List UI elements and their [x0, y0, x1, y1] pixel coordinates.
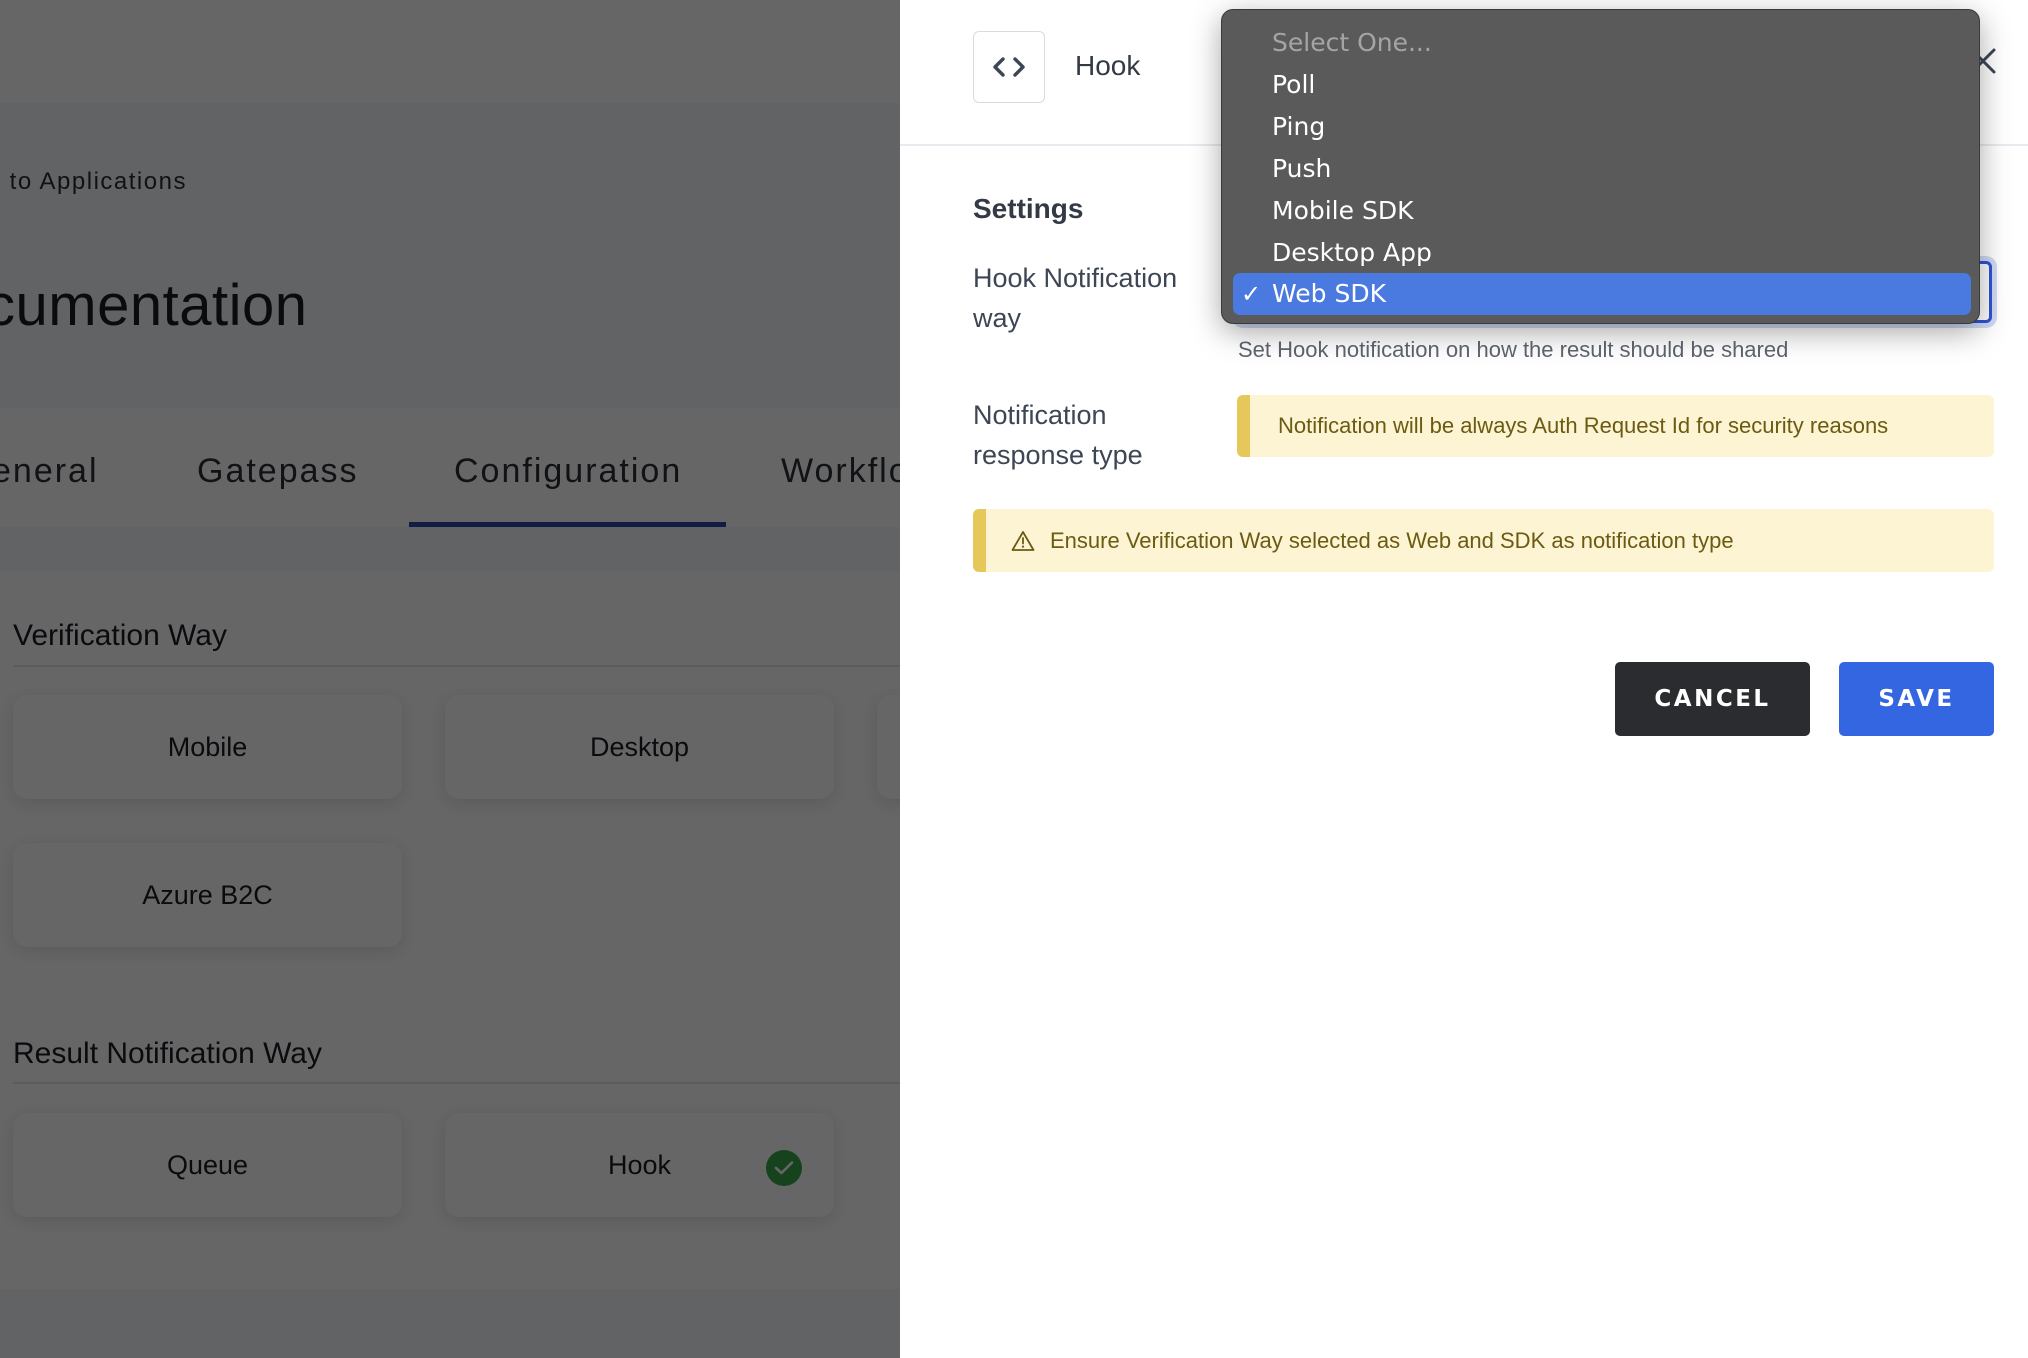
dropdown-option-mobile-sdk[interactable]: Mobile SDK [1233, 190, 1971, 232]
settings-heading: Settings [973, 193, 1084, 224]
dropdown-option-push[interactable]: Push [1233, 148, 1971, 190]
dropdown-option-desktop-app[interactable]: Desktop App [1233, 232, 1971, 274]
hook-notification-way-hint: Set Hook notification on how the result … [1238, 337, 1789, 362]
dropdown-option-web-sdk[interactable]: ✓ Web SDK [1233, 273, 1971, 315]
hook-notification-way-dropdown-menu: Select One... Poll Ping Push Mobile SDK … [1221, 9, 1980, 324]
hook-notification-way-label: Hook Notification way [973, 263, 1178, 333]
code-icon [973, 31, 1045, 103]
dropdown-option-ping[interactable]: Ping [1233, 106, 1971, 148]
warning-triangle-icon [1011, 530, 1035, 552]
callout-text: Notification will be always Auth Request… [1278, 413, 1889, 438]
notification-response-type-label: Notification response type [973, 400, 1143, 470]
response-type-info-callout: Notification will be always Auth Request… [1237, 395, 1994, 457]
modal-backdrop[interactable] [0, 0, 900, 1358]
checkmark-icon: ✓ [1241, 280, 1262, 308]
cancel-button[interactable]: CANCEL [1615, 662, 1810, 736]
callout-accent-bar [973, 509, 986, 572]
option-label: Web SDK [1272, 279, 1386, 308]
dropdown-option-poll[interactable]: Poll [1233, 64, 1971, 106]
panel-title: Hook [1075, 50, 1141, 81]
callout-text: Ensure Verification Way selected as Web … [1050, 527, 1734, 553]
verification-warning-callout: Ensure Verification Way selected as Web … [973, 509, 1994, 572]
save-button[interactable]: SAVE [1839, 662, 1994, 736]
dropdown-option-placeholder[interactable]: Select One... [1233, 22, 1971, 64]
callout-accent-bar [1237, 395, 1250, 457]
